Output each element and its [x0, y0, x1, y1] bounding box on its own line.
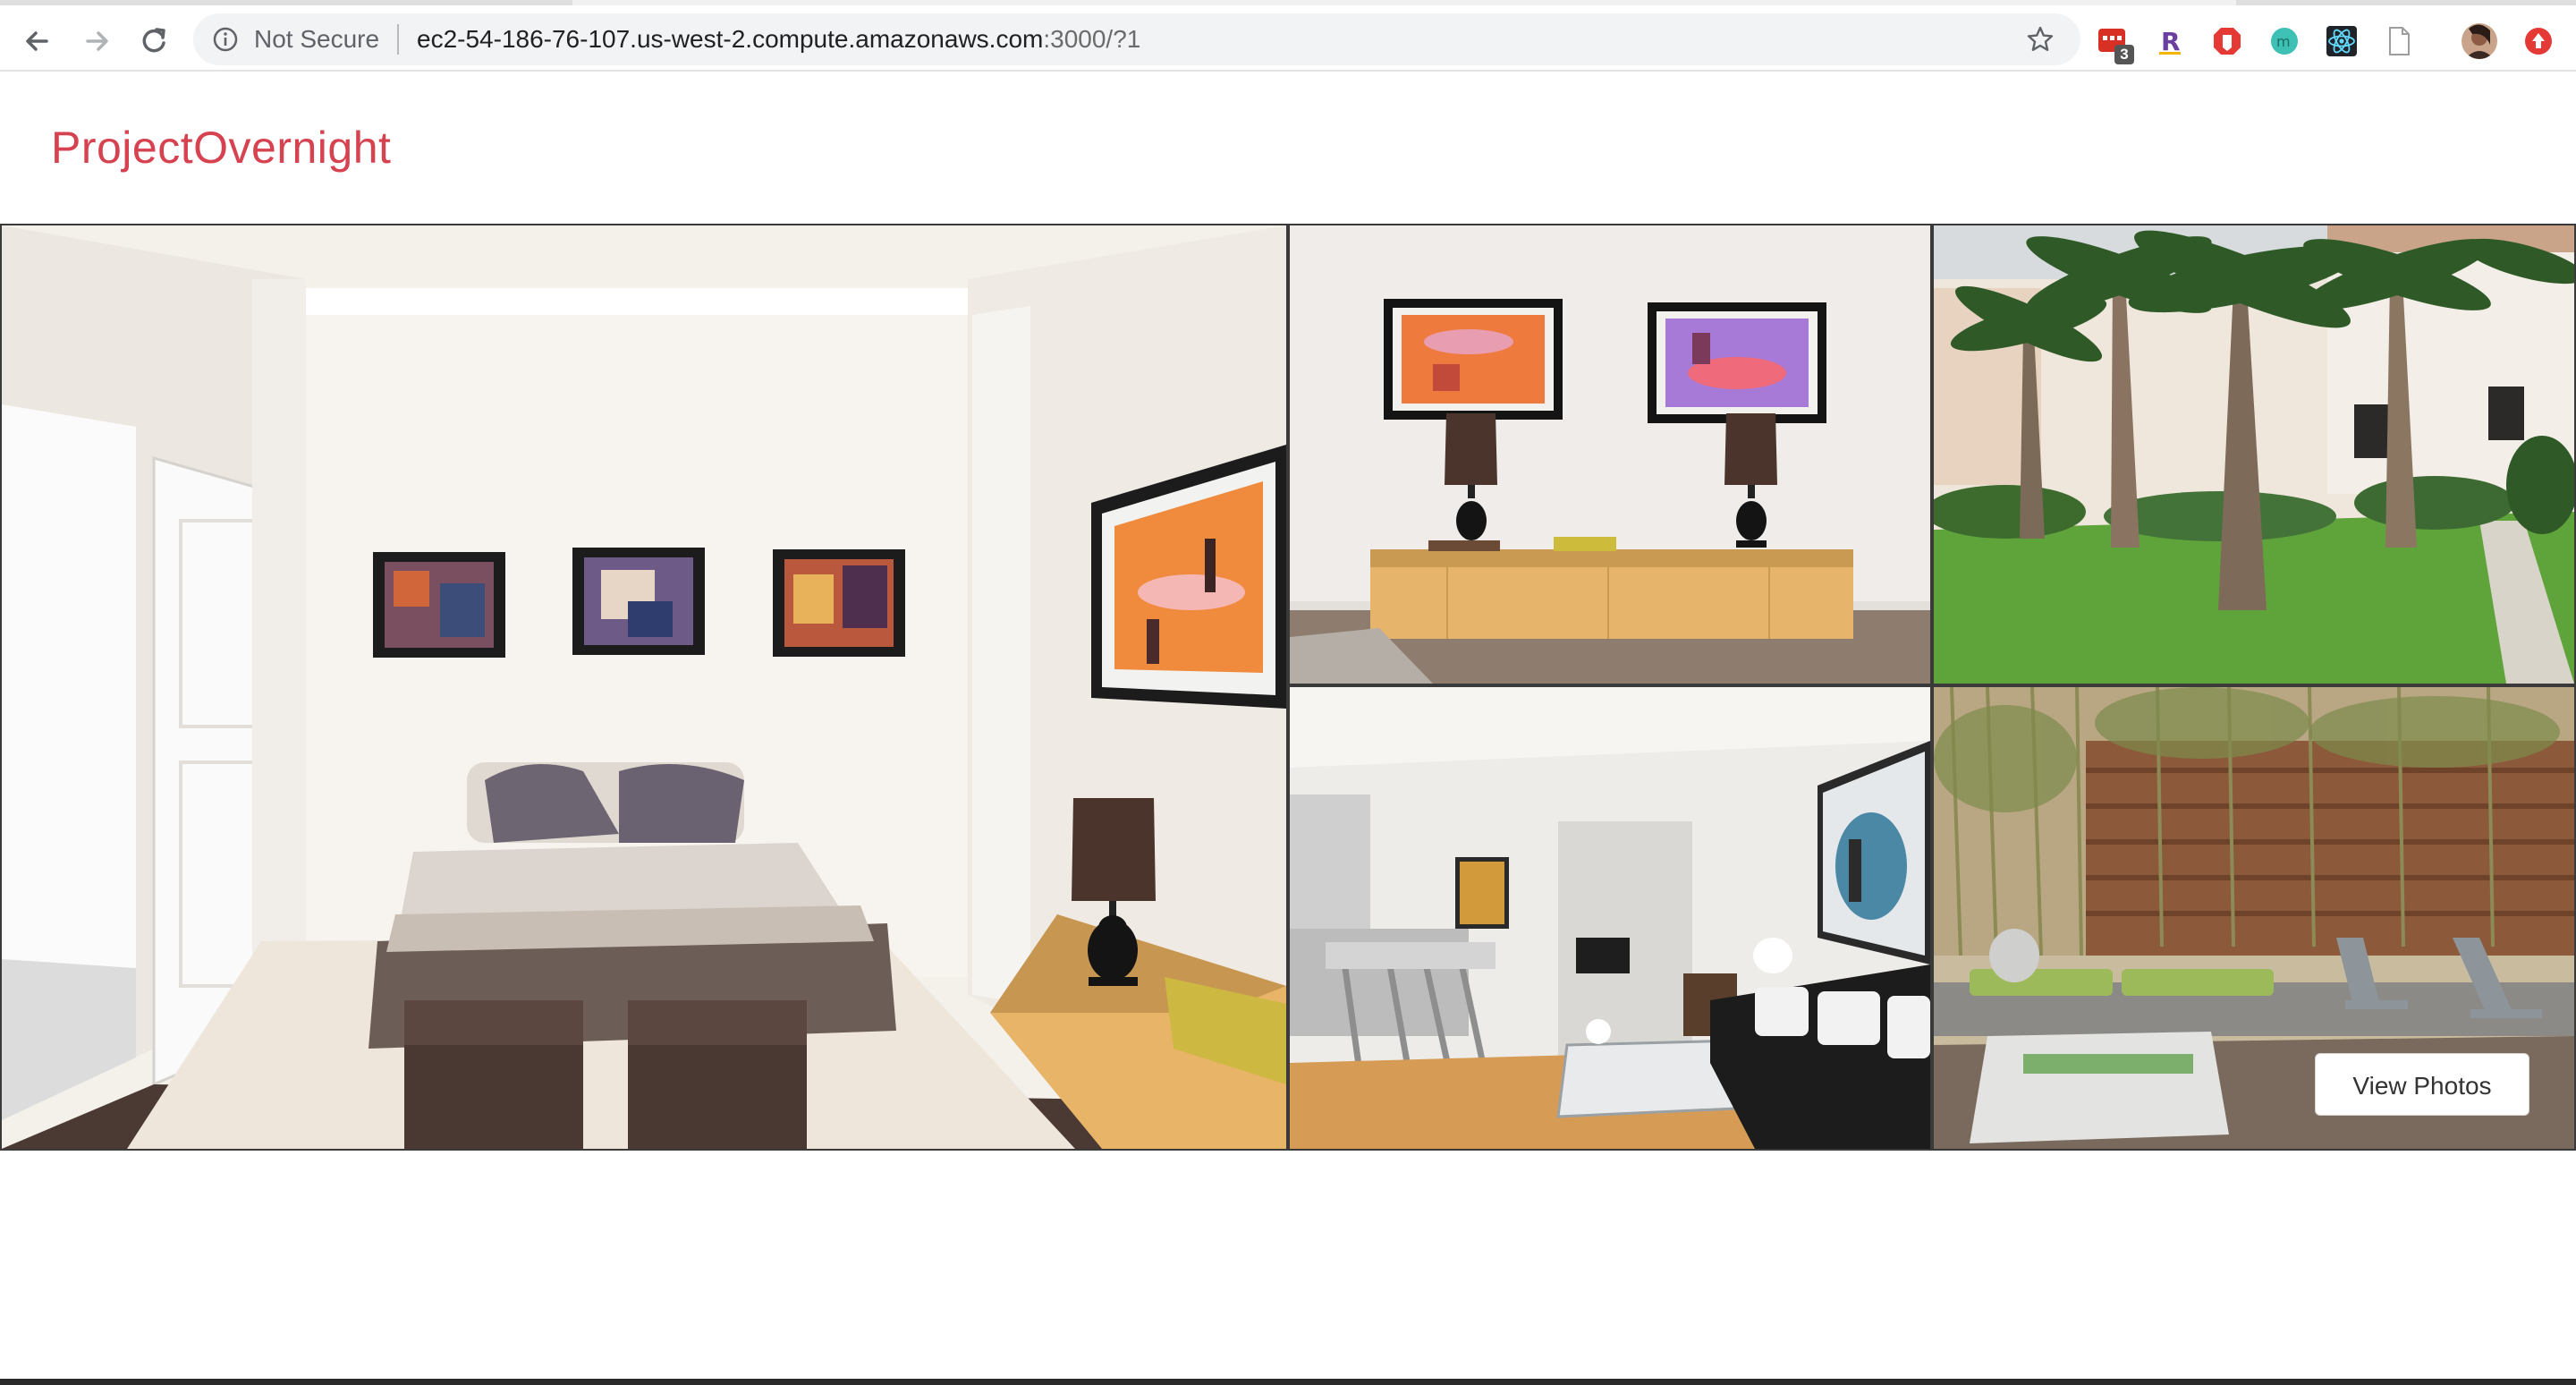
photo-lamps-console[interactable] [1290, 225, 1930, 684]
reload-icon[interactable] [134, 21, 174, 61]
forward-icon[interactable] [77, 21, 116, 61]
window-bottom-edge [0, 1379, 2576, 1385]
m-extension-icon[interactable]: m [2268, 25, 2301, 57]
shield-extension-icon[interactable] [2211, 25, 2243, 57]
info-icon[interactable] [211, 25, 240, 54]
bookmark-star-icon[interactable] [2025, 24, 2055, 55]
url-port-query: :3000/?1 [1043, 25, 1141, 53]
photo-living-room[interactable] [1290, 687, 1930, 1149]
url-host: ec2-54-186-76-107.us-west-2.compute.amaz… [417, 25, 1044, 53]
site-logo[interactable]: ProjectOvernight [51, 119, 391, 176]
photo-gallery [0, 224, 2576, 1151]
browser-toolbar: Not Secure ec2-54-186-76-107.us-west-2.c… [0, 5, 2576, 72]
todo-extension-icon[interactable]: 3 [2097, 25, 2134, 64]
r-extension-icon[interactable]: R [2154, 25, 2186, 57]
extension-badge: 3 [2114, 45, 2134, 64]
svg-text:m: m [2276, 33, 2291, 50]
update-icon[interactable] [2522, 25, 2555, 57]
profile-avatar[interactable] [2460, 21, 2499, 61]
url-text[interactable]: ec2-54-186-76-107.us-west-2.compute.amaz… [417, 26, 1140, 53]
address-bar[interactable]: Not Secure ec2-54-186-76-107.us-west-2.c… [193, 13, 2080, 65]
url-divider [397, 24, 399, 55]
view-photos-button[interactable]: View Photos [2315, 1053, 2529, 1116]
photo-palm-trees-exterior[interactable] [1934, 225, 2574, 684]
back-icon[interactable] [18, 21, 57, 61]
photo-bedroom[interactable] [2, 225, 1286, 1149]
document-extension-icon[interactable] [2383, 25, 2415, 57]
react-devtools-icon[interactable] [2326, 25, 2358, 57]
security-status[interactable]: Not Secure [254, 26, 379, 53]
